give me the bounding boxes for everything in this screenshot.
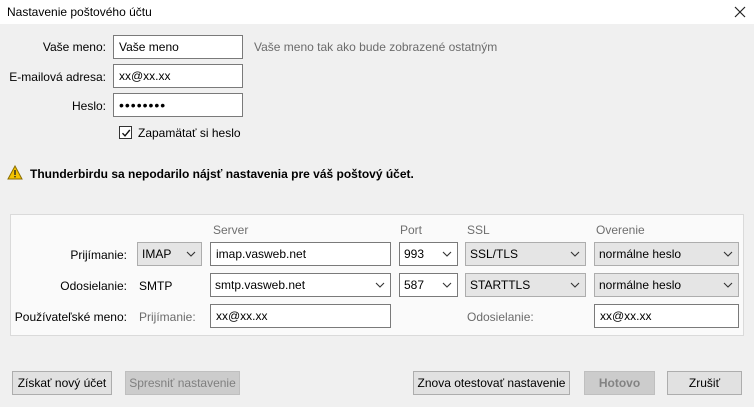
outgoing-port-select[interactable]: 587: [399, 273, 458, 297]
name-hint: Vaše meno tak ako bude zobrazené ostatný…: [254, 40, 498, 54]
username-incoming-input[interactable]: xx@xx.xx: [210, 304, 391, 328]
advanced-config-button[interactable]: Spresniť nastavenie: [125, 371, 240, 395]
column-header-server: Server: [213, 223, 249, 237]
password-input-value: ••••••••: [119, 97, 167, 113]
chevron-down-icon: [441, 248, 453, 260]
username-incoming-value: xx@xx.xx: [216, 309, 268, 323]
outgoing-label: Odosielanie:: [60, 279, 127, 293]
window-title: Nastavenie poštového účtu: [7, 5, 152, 19]
incoming-auth-select[interactable]: normálne heslo: [594, 242, 739, 266]
name-input-value: Vaše meno: [119, 40, 179, 54]
incoming-port-select[interactable]: 993: [399, 242, 458, 266]
chevron-down-icon: [569, 279, 581, 291]
remember-checkbox[interactable]: [119, 126, 132, 139]
incoming-protocol-select[interactable]: IMAP: [137, 242, 202, 266]
username-outgoing-label: Odosielanie:: [467, 310, 534, 324]
column-header-port: Port: [400, 223, 423, 237]
email-input[interactable]: xx@xx.xx: [113, 64, 243, 88]
incoming-protocol-value: IMAP: [142, 247, 172, 261]
chevron-down-icon: [185, 248, 197, 260]
chevron-down-icon: [722, 248, 734, 260]
column-header-auth: Overenie: [596, 223, 645, 237]
password-input[interactable]: ••••••••: [113, 93, 243, 117]
close-button[interactable]: [728, 1, 752, 23]
name-input[interactable]: Vaše meno: [113, 35, 243, 59]
outgoing-server-select[interactable]: smtp.vasweb.net: [210, 273, 391, 297]
outgoing-auth-value: normálne heslo: [599, 278, 682, 292]
retest-button[interactable]: Znova otestovať nastavenie: [413, 371, 570, 395]
chevron-down-icon: [722, 279, 734, 291]
password-label: Heslo:: [71, 99, 106, 113]
incoming-server-value: imap.vasweb.net: [216, 247, 307, 261]
incoming-server-input[interactable]: imap.vasweb.net: [210, 242, 391, 266]
chevron-down-icon: [441, 279, 453, 291]
username-outgoing-input[interactable]: xx@xx.xx: [594, 304, 739, 328]
warning-icon: [7, 164, 23, 183]
outgoing-server-value: smtp.vasweb.net: [215, 278, 306, 292]
incoming-auth-value: normálne heslo: [599, 247, 682, 261]
chevron-down-icon: [374, 279, 386, 291]
column-header-ssl: SSL: [467, 223, 490, 237]
chevron-down-icon: [569, 248, 581, 260]
outgoing-port-value: 587: [404, 278, 425, 292]
outgoing-ssl-select[interactable]: STARTTLS: [465, 273, 586, 297]
new-account-button[interactable]: Získať nový účet: [12, 371, 112, 395]
email-label: E-mailová adresa:: [9, 70, 106, 84]
username-incoming-label: Prijímanie:: [139, 310, 196, 324]
check-icon: [121, 129, 130, 137]
name-label: Vaše meno:: [42, 40, 106, 54]
remember-label[interactable]: Zapamätať si heslo: [138, 126, 241, 140]
incoming-ssl-value: SSL/TLS: [470, 247, 519, 261]
incoming-port-value: 993: [404, 247, 425, 261]
incoming-label: Prijímanie:: [70, 248, 127, 262]
outgoing-auth-select[interactable]: normálne heslo: [594, 273, 739, 297]
username-outgoing-value: xx@xx.xx: [600, 309, 652, 323]
incoming-ssl-select[interactable]: SSL/TLS: [465, 242, 586, 266]
warning-text: Thunderbirdu sa nepodarilo nájsť nastave…: [30, 167, 414, 181]
cancel-button[interactable]: Zrušiť: [667, 371, 742, 395]
outgoing-ssl-value: STARTTLS: [470, 278, 531, 292]
outgoing-protocol: SMTP: [139, 279, 173, 293]
done-button[interactable]: Hotovo: [584, 371, 655, 395]
close-icon: [734, 6, 746, 18]
username-label: Používateľské meno:: [14, 310, 127, 324]
email-input-value: xx@xx.xx: [119, 69, 171, 83]
